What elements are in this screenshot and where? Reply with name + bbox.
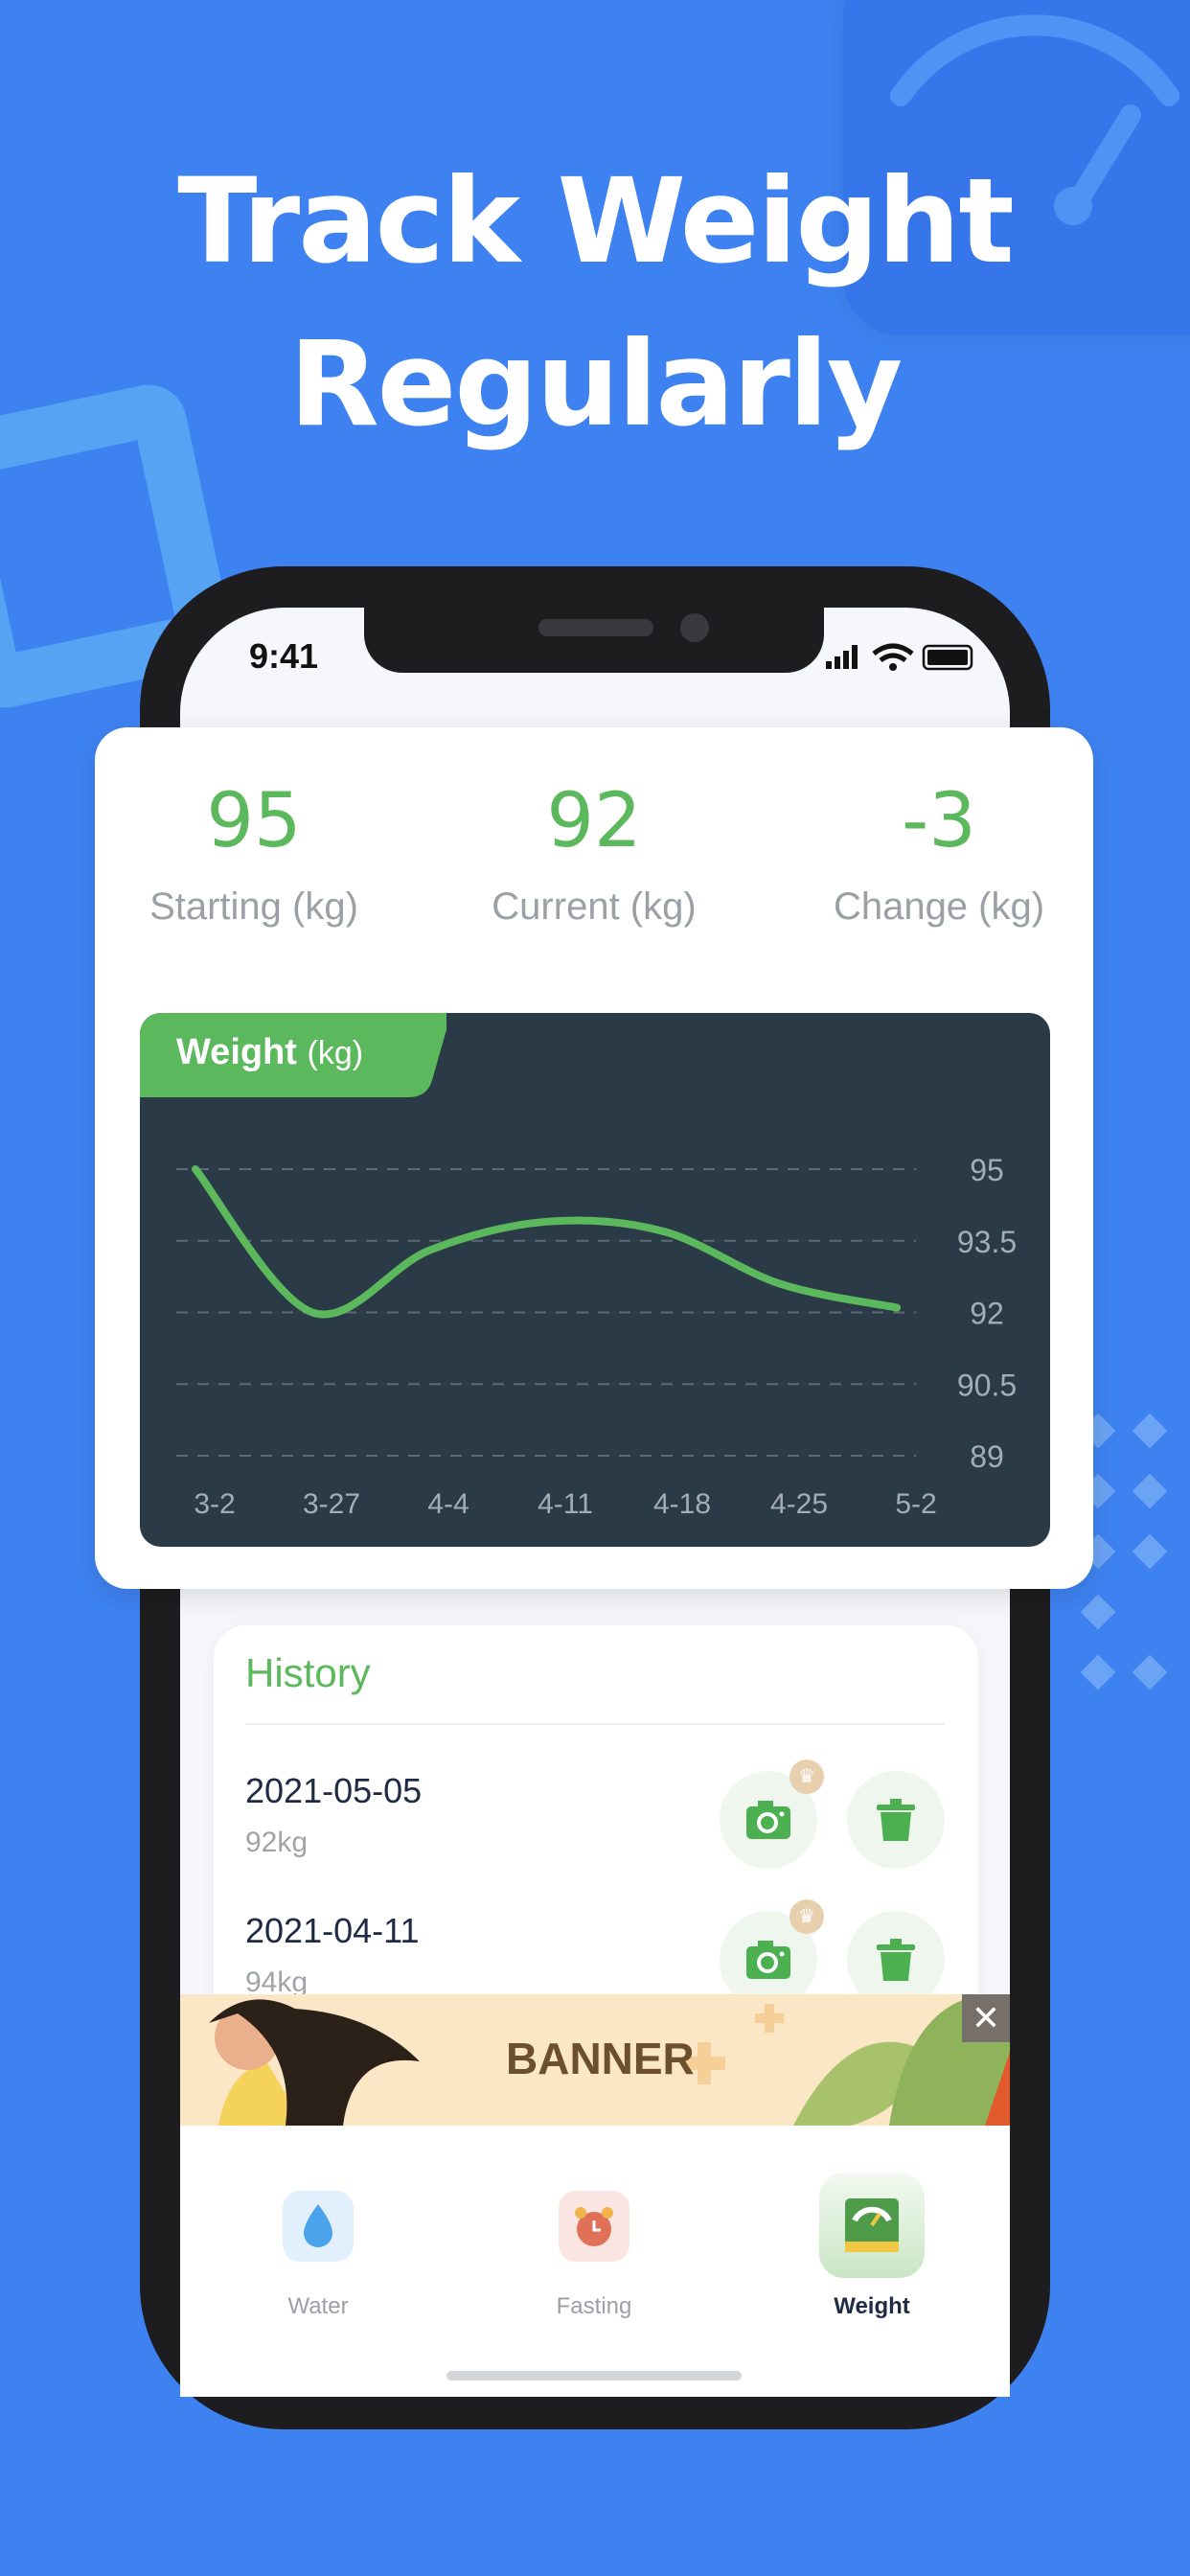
decorative-diamond <box>1132 1473 1168 1509</box>
decorative-diamond <box>1132 1413 1168 1449</box>
banner-text: BANNER <box>506 2034 695 2083</box>
camera-icon <box>746 1941 790 1979</box>
weight-line <box>192 1165 901 1319</box>
headline-line-1: Track Weight <box>177 153 1015 289</box>
chart-plot: 95 93.5 92 90.5 89 3-2 3-27 4-4 4-11 4-18 4-25 5-2 <box>176 1153 1017 1520</box>
wifi-icon <box>872 643 914 663</box>
alarm-clock-icon <box>575 2207 613 2246</box>
decorative-diamond <box>1080 1654 1116 1690</box>
premium-crown-icon: ♛ <box>790 1899 824 1934</box>
starting-label: Starting (kg) <box>149 886 358 928</box>
delete-button[interactable] <box>847 1771 945 1869</box>
decorative-diamond <box>1080 1594 1116 1630</box>
tab-fasting[interactable] <box>559 2191 629 2262</box>
water-drop-icon <box>304 2204 332 2247</box>
change-label: Change (kg) <box>833 886 1045 928</box>
scale-icon <box>845 2198 899 2252</box>
current-value: 92 <box>546 778 642 864</box>
tab-water-label[interactable]: Water <box>222 2293 414 2320</box>
home-indicator <box>446 2371 742 2380</box>
divider <box>245 1723 945 1725</box>
decorative-diamond <box>1132 1654 1168 1690</box>
decorative-diamond <box>1132 1533 1168 1570</box>
trash-icon <box>877 1799 915 1841</box>
x-tick-label: 3-2 <box>194 1488 235 1520</box>
y-tick-label: 90.5 <box>957 1368 1017 1402</box>
tab-fasting-label[interactable]: Fasting <box>498 2293 690 2320</box>
y-tick-label: 95 <box>970 1153 1004 1187</box>
camera-icon <box>746 1801 790 1839</box>
tab-weight-label[interactable]: Weight <box>776 2293 968 2320</box>
trash-icon <box>877 1939 915 1981</box>
x-tick-label: 4-18 <box>653 1488 711 1520</box>
y-tick-label: 93.5 <box>957 1225 1017 1259</box>
ad-banner[interactable]: BANNER ✕ <box>180 1994 1010 2126</box>
change-value: -3 <box>902 778 976 864</box>
notch <box>364 608 824 673</box>
headline-line-2: Regularly <box>288 316 904 452</box>
weight-chart: Weight (kg) 95 93.5 92 90.5 89 3-2 3-27 4-4 4-11… <box>140 1013 1050 1547</box>
x-tick-label: 4-4 <box>427 1488 469 1520</box>
history-weight: 92kg <box>245 1827 309 1858</box>
x-tick-label: 3-27 <box>303 1488 360 1520</box>
history-title: History <box>245 1650 371 1695</box>
starting-value: 95 <box>206 778 302 864</box>
premium-crown-icon: ♛ <box>790 1760 824 1794</box>
y-tick-label: 89 <box>970 1439 1004 1474</box>
history-date: 2021-04-11 <box>245 1911 420 1950</box>
signal-icon <box>826 645 858 669</box>
history-date: 2021-05-05 <box>245 1771 423 1810</box>
status-time: 9:41 <box>249 636 319 676</box>
status-icons <box>826 640 979 678</box>
tab-weight[interactable] <box>819 2173 925 2278</box>
current-label: Current (kg) <box>492 886 697 928</box>
x-tick-label: 5-2 <box>895 1488 936 1520</box>
x-tick-label: 4-25 <box>770 1488 828 1520</box>
y-tick-label: 92 <box>970 1297 1004 1331</box>
x-tick-label: 4-11 <box>538 1488 593 1520</box>
banner-close-icon[interactable]: ✕ <box>962 1994 1010 2042</box>
tab-water[interactable] <box>283 2191 354 2262</box>
